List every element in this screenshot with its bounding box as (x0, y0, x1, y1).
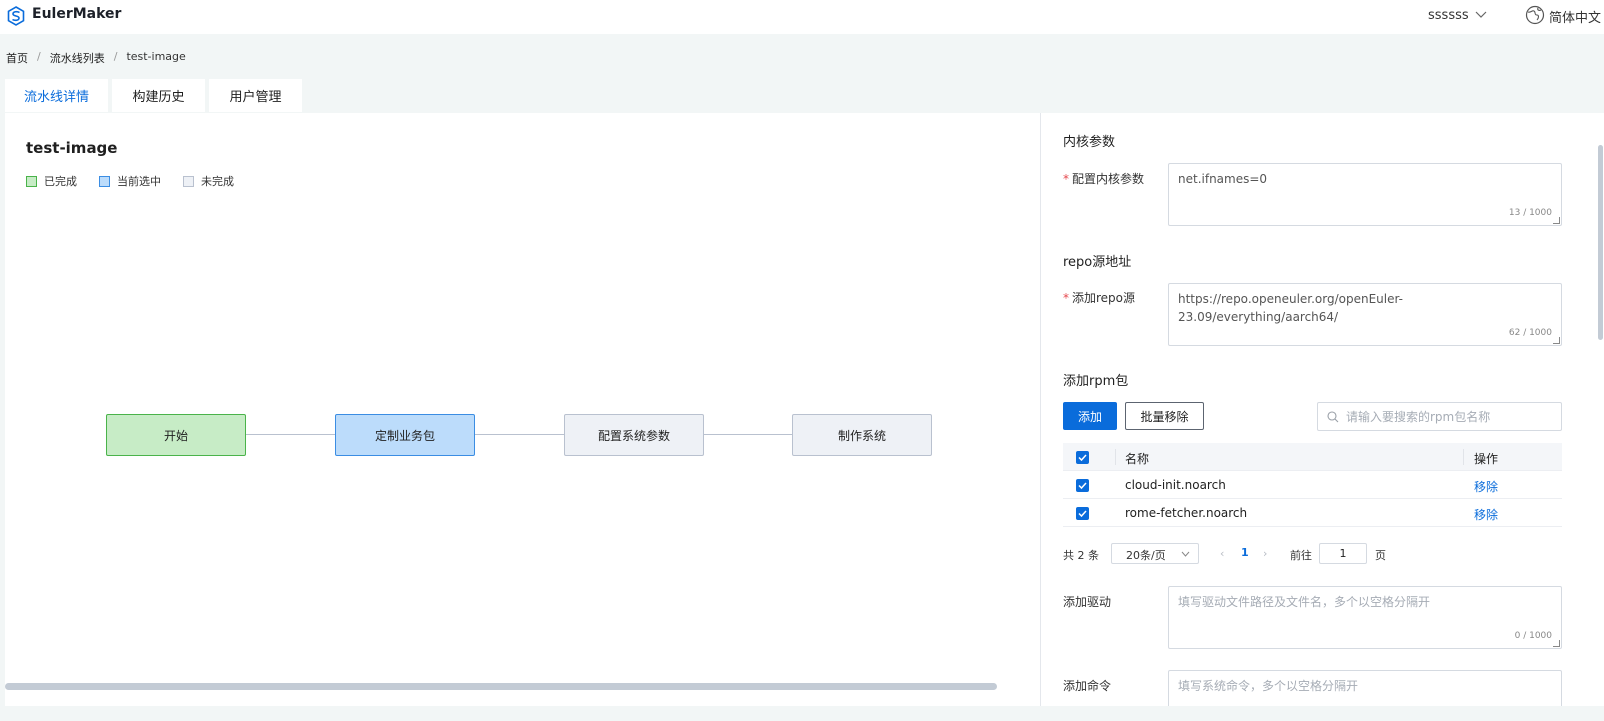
page-unit-label: 页 (1375, 549, 1386, 562)
breadcrumb: 首页 / 流水线列表 / test-image (6, 50, 186, 66)
repo-value-line-2: 23.09/everything/aarch64/ (1178, 310, 1339, 324)
repo-label: * 添加repo源 (1063, 289, 1135, 306)
rpm-table: 名称 操作 cloud-init.noarch 移除 rome-fetcher.… (1063, 443, 1562, 527)
kernel-params-counter: 13 / 1000 (1508, 208, 1552, 218)
pagination: 共 2 条 20条/页 ‹ 1 › 前往 1 页 (1063, 543, 1562, 565)
resize-handle[interactable] (1553, 640, 1560, 647)
config-panel: 内核参数 * 配置内核参数 net.ifnames=0 13 / 1000 rep… (1040, 113, 1604, 706)
user-menu[interactable]: ssssss (1428, 8, 1469, 23)
vertical-scrollbar[interactable] (1598, 145, 1603, 340)
kernel-params-label-text: 配置内核参数 (1072, 172, 1145, 186)
breadcrumb-home[interactable]: 首页 (6, 50, 28, 66)
repo-value-line-1: https://repo.openeuler.org/openEuler- (1178, 292, 1403, 306)
chevron-down-icon (1181, 551, 1190, 557)
goto-page-input[interactable]: 1 (1319, 543, 1367, 564)
check-icon (1078, 482, 1087, 490)
tab-user-management[interactable]: 用户管理 (209, 79, 302, 112)
globe-icon[interactable] (1525, 5, 1545, 25)
rpm-name: cloud-init.noarch (1125, 478, 1226, 492)
next-page-icon[interactable]: › (1263, 547, 1267, 560)
required-mark: * (1063, 291, 1069, 305)
chevron-down-icon[interactable] (1475, 10, 1487, 19)
table-header-row: 名称 操作 (1063, 443, 1562, 471)
command-placeholder: 填写系统命令，多个以空格分隔开 (1178, 679, 1359, 693)
breadcrumb-separator: / (113, 50, 118, 63)
remove-link[interactable]: 移除 (1474, 506, 1498, 523)
current-page[interactable]: 1 (1241, 546, 1249, 559)
flow-node-system-params[interactable]: 配置系统参数 (564, 414, 704, 456)
add-rpm-button[interactable]: 添加 (1063, 402, 1117, 430)
flow-edge (475, 434, 564, 435)
rpm-search-placeholder: 请输入要搜索的rpm包名称 (1346, 410, 1491, 424)
check-icon (1078, 510, 1087, 518)
breadcrumb-pipeline-list[interactable]: 流水线列表 (50, 50, 105, 66)
row-checkbox[interactable] (1076, 479, 1089, 492)
kernel-section-title: 内核参数 (1063, 135, 1116, 150)
resize-handle[interactable] (1553, 217, 1560, 224)
column-divider (1463, 449, 1464, 465)
flow-edge (703, 434, 792, 435)
table-row: cloud-init.noarch 移除 (1063, 471, 1562, 499)
driver-textarea[interactable]: 填写驱动文件路径及文件名，多个以空格分隔开 0 / 1000 (1168, 586, 1562, 649)
rpm-search-input[interactable]: 请输入要搜索的rpm包名称 (1317, 402, 1562, 431)
language-switch[interactable]: 简体中文 (1549, 7, 1601, 26)
row-checkbox[interactable] (1076, 507, 1089, 520)
prev-page-icon[interactable]: ‹ (1220, 547, 1224, 560)
table-row: rome-fetcher.noarch 移除 (1063, 499, 1562, 527)
column-header-op: 操作 (1474, 452, 1499, 466)
kernel-params-label: * 配置内核参数 (1063, 170, 1144, 187)
column-divider (1115, 449, 1116, 465)
tab-bar: 流水线详情 构建历史 用户管理 (5, 79, 302, 112)
tab-pipeline-detail[interactable]: 流水线详情 (5, 79, 108, 112)
page-size-value: 20条/页 (1126, 549, 1166, 562)
horizontal-scrollbar[interactable] (5, 683, 997, 690)
page-size-select[interactable]: 20条/页 (1111, 543, 1199, 564)
batch-remove-button[interactable]: 批量移除 (1125, 402, 1204, 430)
check-icon (1078, 454, 1087, 462)
pipeline-panel: test-image 已完成 当前选中 未完成 开始 定制业务包 配置系统参数 … (5, 113, 1040, 706)
search-icon (1327, 410, 1339, 422)
pagination-total: 共 2 条 (1063, 549, 1099, 562)
driver-label: 添加驱动 (1063, 595, 1112, 609)
flow-node-start[interactable]: 开始 (106, 414, 246, 456)
tab-build-history[interactable]: 构建历史 (112, 79, 205, 112)
goto-label: 前往 (1290, 549, 1312, 562)
repo-section-title: repo源地址 (1063, 255, 1132, 270)
flow-edge (246, 434, 335, 435)
repo-textarea[interactable]: https://repo.openeuler.org/openEuler- 23… (1168, 283, 1562, 346)
required-mark: * (1063, 172, 1069, 186)
rpm-section-title: 添加rpm包 (1063, 374, 1129, 389)
repo-counter: 62 / 1000 (1508, 328, 1552, 338)
breadcrumb-current: test-image (126, 50, 186, 63)
remove-link[interactable]: 移除 (1474, 478, 1498, 495)
rpm-name: rome-fetcher.noarch (1125, 506, 1248, 520)
select-all-checkbox[interactable] (1076, 451, 1089, 464)
resize-handle[interactable] (1553, 337, 1560, 344)
column-header-name: 名称 (1125, 452, 1150, 466)
top-bar: EulerMaker ssssss 简体中文 (0, 0, 1604, 34)
driver-placeholder: 填写驱动文件路径及文件名，多个以空格分隔开 (1178, 595, 1431, 609)
command-textarea[interactable]: 填写系统命令，多个以空格分隔开 (1168, 670, 1562, 706)
flow-node-build-system[interactable]: 制作系统 (792, 414, 932, 456)
kernel-params-value: net.ifnames=0 (1178, 172, 1268, 186)
pipeline-flow: 开始 定制业务包 配置系统参数 制作系统 (5, 113, 1040, 706)
brand-name: EulerMaker (32, 6, 122, 22)
eulermaker-logo-icon (7, 6, 25, 26)
driver-counter: 0 / 1000 (1514, 631, 1552, 641)
repo-label-text: 添加repo源 (1072, 291, 1136, 305)
command-label: 添加命令 (1063, 679, 1112, 693)
kernel-params-textarea[interactable]: net.ifnames=0 13 / 1000 (1168, 163, 1562, 226)
flow-node-custom-packages[interactable]: 定制业务包 (335, 414, 475, 456)
breadcrumb-separator: / (37, 50, 41, 63)
